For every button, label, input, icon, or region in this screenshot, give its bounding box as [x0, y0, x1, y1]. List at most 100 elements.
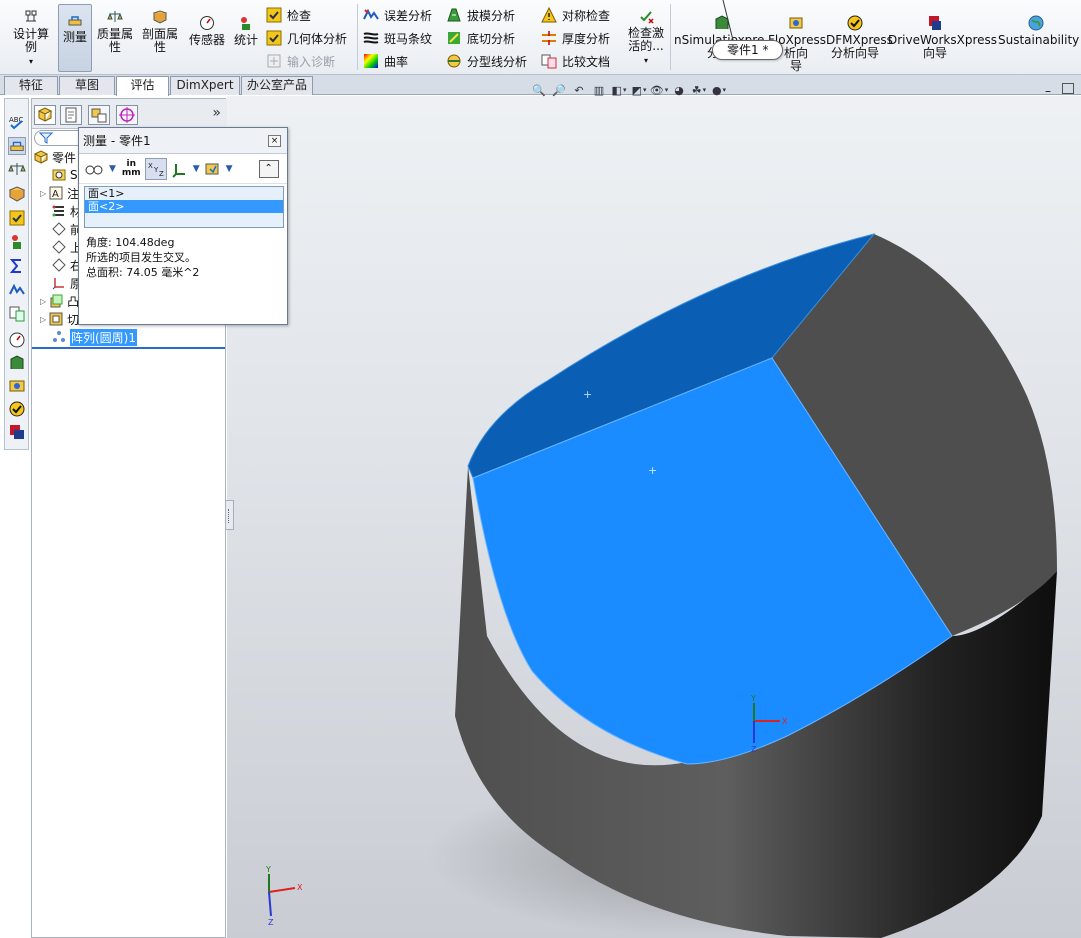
arc-circle-measure-icon[interactable] — [85, 161, 105, 177]
curvature-button[interactable]: 曲率 — [363, 51, 408, 71]
mass-properties-button[interactable]: 质量属 性 — [95, 9, 135, 54]
collapse-dialog-button[interactable]: ⌃ — [258, 159, 279, 178]
tab-dimxpert-manager[interactable] — [116, 105, 138, 125]
ribbon-separator — [670, 4, 671, 70]
dfmxpress-icon[interactable] — [8, 400, 26, 418]
tree-root-part[interactable]: 零件 — [34, 148, 76, 166]
sigma-equations-icon[interactable] — [8, 257, 26, 275]
tree-item-boss-extrude[interactable]: ▷ 凸 — [40, 292, 79, 310]
tab-property-manager[interactable] — [60, 105, 82, 125]
part-model[interactable]: + + X Y Z X Y Z — [227, 96, 1081, 938]
parting-line-analysis-button[interactable]: 分型线分析 — [446, 51, 527, 71]
tab-configuration-manager[interactable] — [88, 105, 110, 125]
compare-documents-button[interactable]: 比较文档 — [541, 51, 610, 71]
selection-list[interactable]: 面<1> 面<2> — [84, 186, 284, 228]
expand-arrow-icon[interactable]: ▷ — [40, 189, 46, 198]
restore-window-icon[interactable] — [1062, 83, 1074, 94]
design-study-button[interactable]: 设计算例 ▾ — [8, 9, 54, 68]
expand-arrow-icon[interactable]: ▷ — [40, 315, 46, 324]
svg-text:X: X — [148, 162, 153, 170]
measure-label: 测量 — [62, 30, 87, 44]
units-precision-button[interactable]: in mm — [122, 159, 141, 178]
sensor-gauge-icon[interactable] — [8, 331, 26, 349]
geometry-analysis-button[interactable]: 几何体分析 — [266, 28, 347, 48]
tree-item-sensors[interactable]: S — [52, 166, 78, 184]
check-icon[interactable] — [8, 209, 26, 227]
mass-properties-icon[interactable] — [8, 161, 26, 179]
zebra-stripes-label: 斑马条纹 — [384, 31, 433, 46]
tab-features[interactable]: 特征 — [4, 76, 58, 95]
spelling-check-icon[interactable]: ABC — [8, 113, 26, 131]
face-2-marker: + — [648, 464, 657, 477]
tree-item-cut-extrude[interactable]: ▷ 切 — [40, 310, 79, 328]
measure-dialog-title[interactable]: 测量 - 零件1 — [79, 128, 287, 154]
feature-manager-tabs: » — [32, 99, 227, 129]
section-properties-button[interactable]: 剖面属 性 — [140, 9, 180, 54]
tab-evaluate[interactable]: 评估 — [116, 76, 169, 96]
measure-button[interactable]: 测量 — [58, 4, 92, 72]
display-style-icon[interactable]: ◩ ▾ — [630, 81, 648, 99]
view-settings-icon[interactable]: ● ▾ — [710, 81, 728, 99]
section-properties-icon[interactable] — [8, 185, 26, 203]
statistics-button[interactable]: 统计 — [232, 15, 260, 47]
chevron-down-icon[interactable]: ▼ — [193, 164, 200, 174]
check-button[interactable]: 检查 — [266, 5, 311, 25]
zebra-stripes-button[interactable]: 斑马条纹 — [363, 28, 432, 48]
list-item-selected[interactable]: 面<2> — [85, 200, 283, 213]
draft-analysis-button[interactable]: 拔模分析 — [446, 5, 515, 25]
simulationxpress-icon[interactable] — [8, 354, 26, 372]
dfmxpress-label-2: 分析向导 — [830, 46, 879, 60]
deviation-analysis-icon[interactable] — [8, 281, 26, 299]
minimize-icon[interactable]: – — [1045, 84, 1051, 98]
check-active-document-button[interactable]: 检查激 活的... ▾ — [624, 8, 668, 67]
tab-feature-tree[interactable] — [34, 105, 56, 125]
tree-item-annotations[interactable]: ▷ A 注 — [40, 184, 79, 202]
view-orientation-icon[interactable]: ◧ ▾ — [610, 81, 628, 99]
panel-splitter-handle[interactable] — [226, 500, 234, 530]
tab-office-products[interactable]: 办公室产品 — [241, 76, 313, 95]
expand-arrow-icon[interactable]: ▷ — [40, 297, 46, 306]
driveworksxpress-button[interactable]: DriveWorksXpress 向导 — [888, 15, 997, 60]
previous-view-icon[interactable]: ↶ — [570, 81, 588, 99]
section-view-icon[interactable]: ▥ — [590, 81, 608, 99]
heads-up-view-toolbar: 🔍 🔎 ↶ ▥ ◧ ▾ ◩ ▾ 👁 ▾ ◕ ☘ ▾ ● ▾ — [530, 80, 728, 100]
deviation-analysis-button[interactable]: 误差分析 — [363, 5, 432, 25]
chevron-down-icon[interactable]: ▼ — [109, 164, 116, 174]
apply-scene-icon[interactable]: ☘ ▾ — [690, 81, 708, 99]
zoom-to-area-icon[interactable]: 🔎 — [550, 81, 568, 99]
check-label: 检查 — [287, 8, 312, 23]
list-item[interactable]: 面<1> — [85, 187, 283, 200]
ribbon-separator — [357, 4, 358, 70]
edit-appearance-icon[interactable]: ◕ — [670, 81, 688, 99]
rollback-bar[interactable] — [32, 347, 225, 349]
zoom-to-fit-icon[interactable]: 🔍 — [530, 81, 548, 99]
close-icon[interactable]: × — [268, 135, 281, 147]
thickness-analysis-button[interactable]: 厚度分析 — [541, 28, 610, 48]
undercut-analysis-icon — [448, 32, 460, 44]
tooltip-pointer — [722, 0, 734, 41]
show-xyz-measurements-button[interactable]: XYZ — [144, 157, 167, 180]
material-icon — [52, 205, 64, 217]
dfmxpress-button[interactable]: DFMXpress 分析向导 — [826, 15, 893, 60]
sensor-button[interactable]: 传感器 — [186, 15, 228, 47]
tree-item-circular-pattern[interactable]: 阵列(圆周)1 — [52, 328, 137, 346]
import-diagnostics-button[interactable]: 输入诊断 — [266, 51, 335, 71]
tree-root-label: 零件 — [52, 150, 77, 165]
symmetry-check-button[interactable]: 对称检查 — [541, 5, 610, 25]
graphics-area[interactable]: + + X Y Z X Y Z — [227, 96, 1081, 938]
tab-sketch[interactable]: 草图 — [59, 76, 115, 95]
coordinate-system-icon[interactable] — [171, 160, 189, 178]
floxpress-icon[interactable] — [8, 377, 26, 395]
chevron-down-icon[interactable]: ▼ — [226, 164, 233, 174]
hide-show-items-icon[interactable]: 👁 ▾ — [650, 81, 668, 99]
projection-on-icon[interactable] — [204, 160, 222, 178]
driveworksxpress-icon[interactable] — [8, 423, 26, 441]
tab-dimxpert[interactable]: DimXpert — [170, 76, 240, 95]
compare-documents-icon[interactable] — [8, 305, 26, 323]
statistics-icon[interactable] — [8, 233, 26, 251]
expand-panel-icon[interactable]: » — [212, 105, 221, 121]
sustainability-button[interactable]: Sustainability — [998, 15, 1079, 47]
undercut-analysis-button[interactable]: 底切分析 — [446, 28, 515, 48]
measure-icon[interactable] — [8, 137, 26, 155]
part-icon — [34, 150, 48, 164]
